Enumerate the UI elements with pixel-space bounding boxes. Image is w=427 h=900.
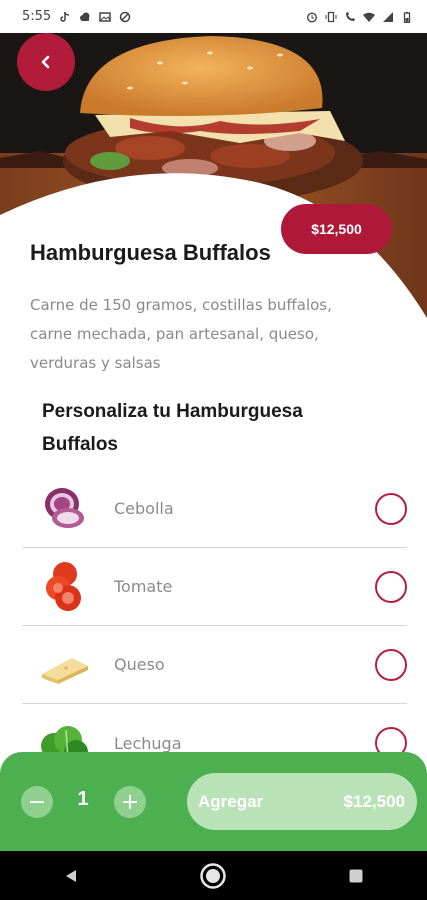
option-row-cebolla[interactable]: Cebolla xyxy=(22,470,407,548)
add-button-label: Agregar xyxy=(198,791,264,811)
recents-square-icon xyxy=(349,869,363,882)
option-radio[interactable] xyxy=(375,492,407,525)
signal-icon xyxy=(383,11,393,22)
cart-bar: − 1 + Agregar $12,500 xyxy=(0,752,427,851)
quantity-value: 1 xyxy=(77,788,89,810)
increase-quantity-button[interactable]: + xyxy=(114,786,146,818)
back-button[interactable] xyxy=(17,33,75,91)
product-title: Hamburguesa Buffalos xyxy=(30,240,271,265)
option-row-queso[interactable]: Queso xyxy=(22,626,407,704)
home-circle-icon xyxy=(200,862,227,889)
status-bar: 5:55 xyxy=(0,0,427,33)
system-nav-bar xyxy=(0,851,427,900)
wifi-calling-icon xyxy=(346,11,355,21)
chevron-left-icon xyxy=(41,55,50,69)
option-label: Lechuga xyxy=(114,733,182,753)
add-to-cart-button[interactable]: Agregar $12,500 xyxy=(187,773,417,830)
nav-back-button[interactable] xyxy=(51,856,91,896)
nav-recents-button[interactable] xyxy=(336,856,376,896)
status-icons xyxy=(306,11,413,23)
price-badge: $12,500 xyxy=(281,204,392,254)
cheese-icon xyxy=(42,657,88,684)
back-triangle-icon xyxy=(66,869,77,882)
option-radio[interactable] xyxy=(375,648,407,681)
option-label: Cebolla xyxy=(114,499,174,518)
status-left: 5:55 xyxy=(22,9,131,24)
wifi-icon xyxy=(363,12,375,22)
option-label: Queso xyxy=(114,655,165,674)
nav-home-button[interactable] xyxy=(193,856,233,896)
battery-icon xyxy=(403,11,411,23)
option-label: Tomate xyxy=(114,577,173,596)
product-description: Carne de 150 gramos, costillas buffalos,… xyxy=(30,296,332,372)
data-saver-icon xyxy=(119,11,131,22)
tomato-icon xyxy=(46,561,81,611)
tiktok-icon xyxy=(60,11,70,22)
vibrate-icon xyxy=(325,11,337,22)
option-row-tomate[interactable]: Tomate xyxy=(22,548,407,626)
option-radio[interactable] xyxy=(375,570,407,603)
cloud-icon xyxy=(80,12,90,21)
onion-icon xyxy=(45,487,84,528)
alarm-icon xyxy=(306,11,318,23)
gallery-icon xyxy=(99,11,111,22)
add-button-price: $12,500 xyxy=(343,791,405,811)
customize-title: Personaliza tu Hamburguesa Buffalos xyxy=(42,401,303,455)
status-time: 5:55 xyxy=(22,9,52,24)
decrease-quantity-button[interactable]: − xyxy=(21,786,53,818)
options-list: Cebolla Tomate Queso Lechuga xyxy=(22,470,407,782)
